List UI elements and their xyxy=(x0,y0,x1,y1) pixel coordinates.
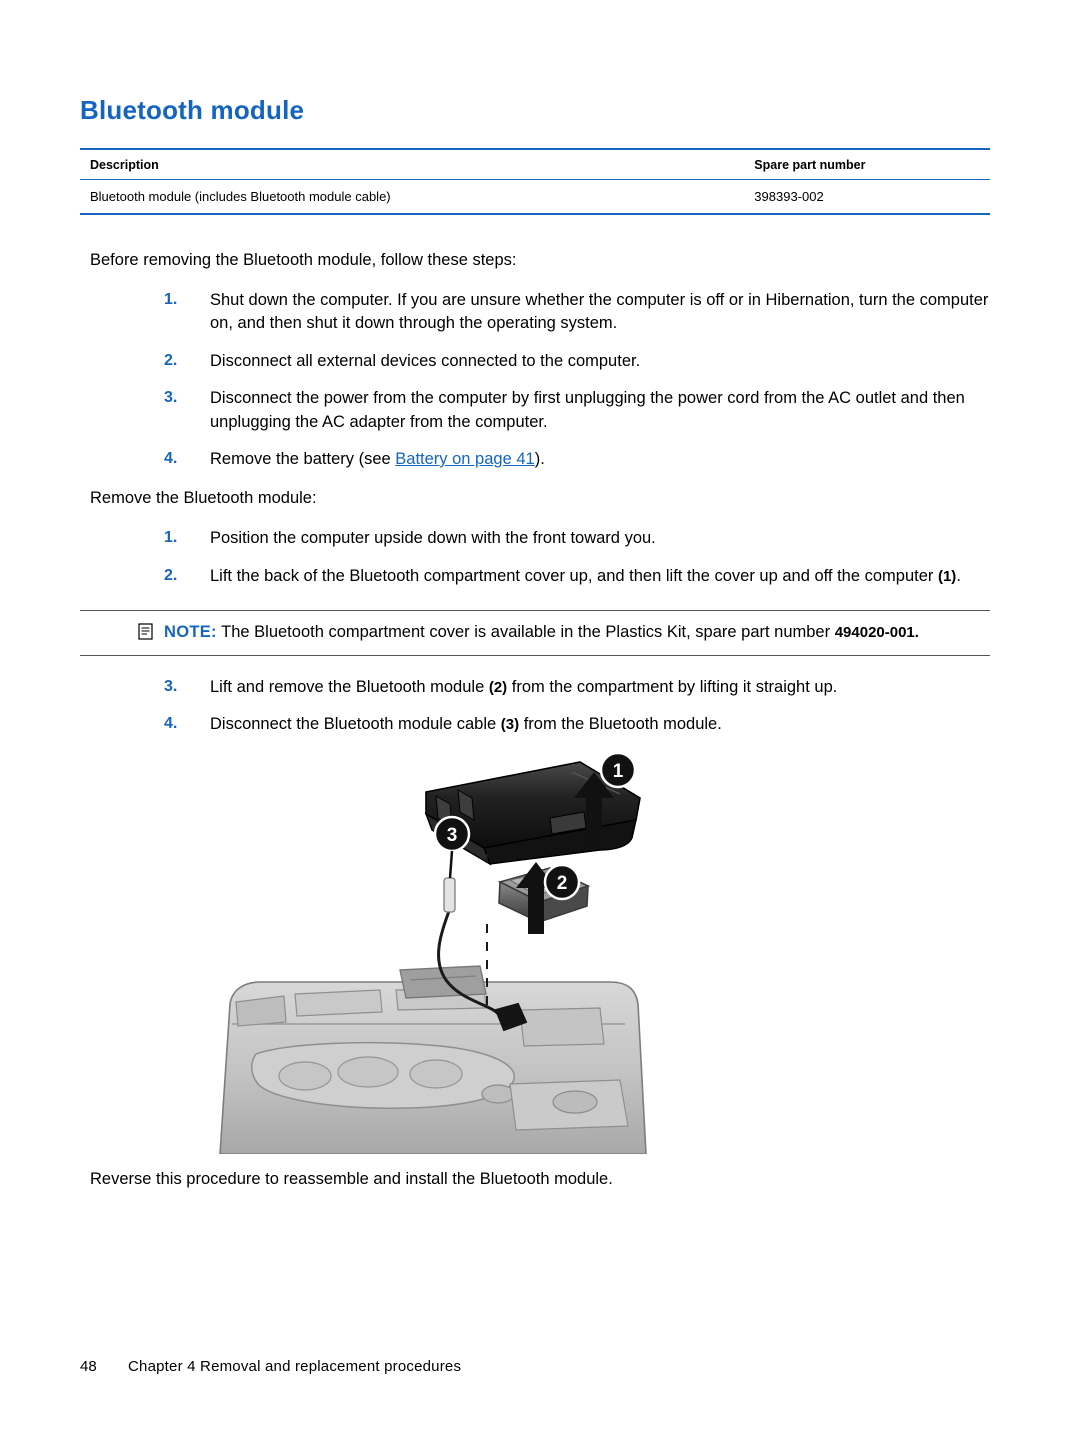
step-text: Disconnect the power from the computer b… xyxy=(210,389,965,431)
remove-steps-list-part2: 3. Lift and remove the Bluetooth module … xyxy=(80,676,990,737)
prep-steps-list: 1. Shut down the computer. If you are un… xyxy=(80,289,990,472)
remove-heading: Remove the Bluetooth module: xyxy=(90,489,317,508)
closing-paragraph: Reverse this procedure to reassemble and… xyxy=(90,1170,613,1189)
remove-steps-list-part1: 1. Position the computer upside down wit… xyxy=(80,527,990,588)
step-number: 4. xyxy=(164,450,178,468)
step-number: 4. xyxy=(164,715,178,733)
step-text: Shut down the computer. If you are unsur… xyxy=(210,290,989,333)
cable-connector xyxy=(443,877,456,914)
step-text-post: . xyxy=(956,566,961,585)
page-title: Bluetooth module xyxy=(80,95,305,125)
step-number: 1. xyxy=(164,529,178,547)
step-number: 3. xyxy=(164,389,178,407)
step-text-pre: Remove the battery (see xyxy=(210,450,396,469)
page-footer: 48 Chapter 4 Removal and replacement proc… xyxy=(80,1358,990,1375)
step-number: 2. xyxy=(164,351,178,369)
spare-parts-table: Description Spare part number Bluetooth … xyxy=(80,148,990,215)
step-text-pre: Lift and remove the Bluetooth module xyxy=(210,677,489,696)
callout-badge-1: 1 xyxy=(599,752,637,789)
note-text: The Bluetooth compartment cover is avail… xyxy=(221,623,831,642)
step-text-pre: Disconnect the Bluetooth module cable xyxy=(210,715,501,734)
table-cell-description: Bluetooth module (includes Bluetooth mod… xyxy=(80,179,745,215)
step-number: 2. xyxy=(164,566,178,584)
table-header-row: Description Spare part number xyxy=(80,148,990,180)
step-number: 1. xyxy=(164,290,178,308)
note-inner: NOTE: The Bluetooth compartment cover is… xyxy=(80,621,990,644)
step-text: Position the computer upside down with t… xyxy=(210,529,656,548)
table-cell-spare-part-number: 398393-002 xyxy=(744,179,990,215)
table-header-description: Description xyxy=(80,148,745,180)
laptop-base-illustration xyxy=(219,965,647,1156)
step-text-post: from the Bluetooth module. xyxy=(519,715,722,734)
step-text-post: ). xyxy=(534,450,545,469)
document-page: Bluetooth module Description Spare part … xyxy=(0,0,1080,1437)
note-label: NOTE: xyxy=(164,623,217,642)
step-number: 3. xyxy=(164,677,178,695)
step-text: Disconnect all external devices connecte… xyxy=(210,351,641,370)
note-part-number: 494020-001. xyxy=(834,624,919,642)
step-text-pre: Lift the back of the Bluetooth compartme… xyxy=(210,566,938,585)
list-item: 1. Shut down the computer. If you are un… xyxy=(80,289,990,336)
list-item: 2. Lift the back of the Bluetooth compar… xyxy=(80,565,990,588)
callout-reference-2: (2) xyxy=(488,678,508,696)
list-item-battery-step: 4. Remove the battery (see Battery on pa… xyxy=(80,448,990,471)
list-item: 2. Disconnect all external devices conne… xyxy=(80,350,990,373)
table-header-spare-part-number: Spare part number xyxy=(744,148,990,180)
svg-text:2: 2 xyxy=(557,873,568,894)
footer-page-number: 48 xyxy=(80,1358,97,1375)
list-item: 3. Lift and remove the Bluetooth module … xyxy=(80,676,990,699)
note-icon xyxy=(138,623,154,641)
step-text-post: from the compartment by lifting it strai… xyxy=(507,677,838,696)
list-item: 1. Position the computer upside down wit… xyxy=(80,527,990,550)
battery-cross-reference-link[interactable]: Battery on page 41 xyxy=(395,450,534,468)
list-item: 3. Disconnect the power from the compute… xyxy=(80,387,990,434)
intro-paragraph: Before removing the Bluetooth module, fo… xyxy=(90,251,517,269)
page-content: Bluetooth module Description Spare part … xyxy=(80,95,990,1189)
callout-reference-3: (3) xyxy=(500,716,520,734)
list-item: 4. Disconnect the Bluetooth module cable… xyxy=(80,713,990,736)
svg-text:1: 1 xyxy=(613,761,624,782)
callout-badge-3: 3 xyxy=(433,816,471,879)
footer-chapter-label: Chapter 4 Removal and replacement proced… xyxy=(128,1358,462,1375)
callout-reference-1: (1) xyxy=(937,567,957,585)
svg-text:3: 3 xyxy=(447,825,458,846)
note-box: NOTE: The Bluetooth compartment cover is… xyxy=(80,610,990,656)
table-row: Bluetooth module (includes Bluetooth mod… xyxy=(80,179,990,215)
bluetooth-module-removal-illustration: 1 2 3 xyxy=(80,752,990,1156)
callout-badge-2: 2 xyxy=(543,864,581,901)
